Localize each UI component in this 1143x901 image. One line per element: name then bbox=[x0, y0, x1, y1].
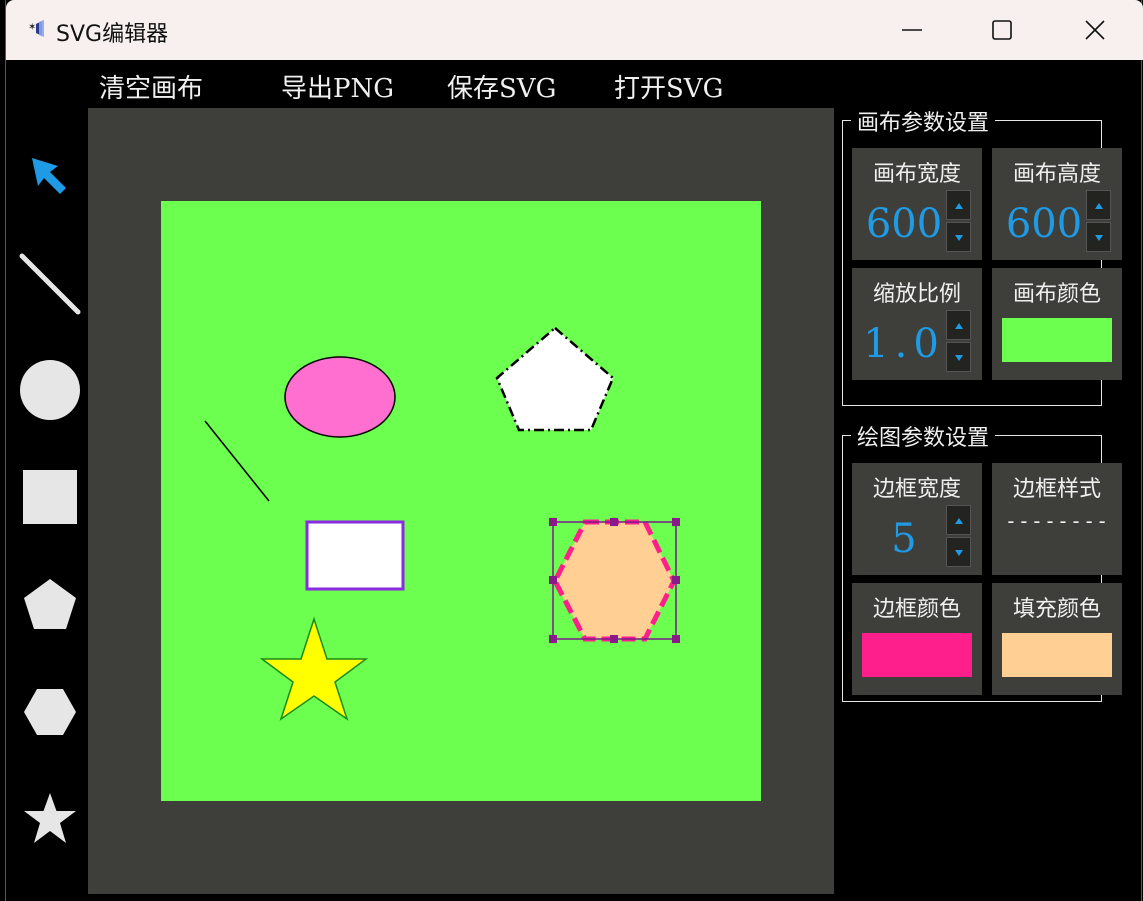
tool-palette bbox=[6, 108, 88, 901]
canvas-height-down[interactable] bbox=[1086, 222, 1111, 252]
menu-clear-canvas[interactable]: 清空画布 bbox=[99, 68, 203, 105]
resize-handle[interactable] bbox=[672, 576, 680, 584]
chevron-up-icon bbox=[955, 203, 963, 209]
draw-params-title: 绘图参数设置 bbox=[851, 420, 996, 452]
tool-rectangle[interactable] bbox=[18, 465, 82, 529]
zoom-value[interactable]: 1.0 bbox=[856, 320, 952, 368]
chevron-up-icon bbox=[955, 323, 963, 329]
border-width-up[interactable] bbox=[946, 505, 971, 535]
chevron-down-icon bbox=[955, 235, 963, 241]
resize-handle[interactable] bbox=[549, 635, 557, 643]
border-color-swatch[interactable] bbox=[862, 633, 972, 677]
drawing-canvas[interactable] bbox=[161, 201, 761, 801]
border-style-card: 边框样式 -------- bbox=[992, 463, 1122, 575]
canvas-width-up[interactable] bbox=[946, 190, 971, 220]
canvas-color-label: 画布颜色 bbox=[1012, 282, 1101, 307]
canvas-height-up[interactable] bbox=[1086, 190, 1111, 220]
menu-export-png[interactable]: 导出PNG bbox=[281, 68, 394, 105]
resize-handle[interactable] bbox=[672, 518, 680, 526]
border-color-label: 边框颜色 bbox=[872, 597, 961, 622]
hexagon-icon bbox=[24, 689, 76, 735]
border-color-card: 边框颜色 bbox=[852, 583, 982, 695]
zoom-label: 缩放比例 bbox=[872, 282, 961, 307]
resize-handle[interactable] bbox=[610, 635, 618, 643]
fill-color-card: 填充颜色 bbox=[992, 583, 1122, 695]
resize-handle[interactable] bbox=[549, 518, 557, 526]
chevron-down-icon bbox=[955, 550, 963, 556]
tool-circle[interactable] bbox=[18, 358, 82, 422]
maximize-icon bbox=[992, 20, 1012, 40]
minimize-icon bbox=[902, 29, 922, 31]
tool-star[interactable] bbox=[18, 788, 82, 852]
canvas-width-down[interactable] bbox=[946, 222, 971, 252]
canvas-width-value[interactable]: 600 bbox=[856, 200, 952, 248]
canvas-height-label: 画布高度 bbox=[1012, 162, 1101, 187]
title-bar: ✶ SVG编辑器 bbox=[6, 0, 1143, 60]
canvas-color-swatch[interactable] bbox=[1002, 318, 1112, 362]
close-button[interactable] bbox=[1049, 0, 1141, 60]
select-arrow-icon bbox=[32, 158, 66, 194]
menu-save-svg[interactable]: 保存SVG bbox=[447, 68, 556, 105]
canvas-width-label: 画布宽度 bbox=[872, 162, 961, 187]
draw-params-group: 绘图参数设置 边框宽度 5 边框样式 -------- 边框颜色 填充颜色 bbox=[842, 420, 1122, 702]
svg-text:✶: ✶ bbox=[28, 22, 36, 33]
maximize-button[interactable] bbox=[956, 0, 1048, 60]
chevron-up-icon bbox=[1095, 203, 1103, 209]
app-icon: ✶ bbox=[28, 20, 44, 37]
canvas-background bbox=[161, 201, 761, 801]
border-width-label: 边框宽度 bbox=[872, 477, 961, 502]
tool-hexagon[interactable] bbox=[18, 680, 82, 744]
zoom-down[interactable] bbox=[946, 342, 971, 372]
star-icon bbox=[24, 793, 76, 843]
square-icon bbox=[23, 470, 77, 524]
canvas-params-title: 画布参数设置 bbox=[851, 105, 996, 137]
zoom-card: 缩放比例 1.0 bbox=[852, 268, 982, 380]
resize-handle[interactable] bbox=[672, 635, 680, 643]
close-icon bbox=[1085, 20, 1105, 40]
tool-select[interactable] bbox=[18, 146, 82, 210]
line-icon bbox=[19, 253, 81, 315]
canvas-color-card: 画布颜色 bbox=[992, 268, 1122, 380]
minimize-button[interactable] bbox=[866, 0, 958, 60]
border-width-value[interactable]: 5 bbox=[856, 515, 952, 563]
chevron-down-icon bbox=[1095, 235, 1103, 241]
pentagon-icon bbox=[24, 579, 76, 629]
resize-handle[interactable] bbox=[549, 576, 557, 584]
workspace[interactable] bbox=[88, 108, 834, 894]
circle-icon bbox=[20, 360, 80, 420]
pink-ellipse[interactable] bbox=[284, 356, 396, 438]
canvas-height-card: 画布高度 600 bbox=[992, 148, 1122, 260]
resize-handle[interactable] bbox=[610, 518, 618, 526]
app-window: ✶ SVG编辑器 清空画布 导出PNG 保存SVG 打开SVG 画布参数设置 画… bbox=[5, 0, 1143, 901]
canvas-width-card: 画布宽度 600 bbox=[852, 148, 982, 260]
zoom-up[interactable] bbox=[946, 310, 971, 340]
menu-bar: 清空画布 导出PNG 保存SVG 打开SVG bbox=[6, 68, 836, 108]
border-style-value[interactable]: -------- bbox=[992, 509, 1122, 533]
canvas-params-group: 画布参数设置 画布宽度 600 画布高度 600 缩放比例 1.0 画布颜色 bbox=[842, 105, 1122, 406]
border-width-card: 边框宽度 5 bbox=[852, 463, 982, 575]
border-width-down[interactable] bbox=[946, 537, 971, 567]
tool-line[interactable] bbox=[18, 252, 82, 316]
canvas-height-value[interactable]: 600 bbox=[996, 200, 1092, 248]
window-title: SVG编辑器 bbox=[56, 22, 169, 47]
border-style-label: 边框样式 bbox=[1012, 477, 1101, 502]
tool-pentagon[interactable] bbox=[18, 574, 82, 638]
fill-color-label: 填充颜色 bbox=[1012, 597, 1101, 622]
chevron-up-icon bbox=[955, 518, 963, 524]
chevron-down-icon bbox=[955, 355, 963, 361]
fill-color-swatch[interactable] bbox=[1002, 633, 1112, 677]
menu-open-svg[interactable]: 打开SVG bbox=[614, 68, 723, 105]
white-rectangle[interactable] bbox=[305, 520, 405, 591]
